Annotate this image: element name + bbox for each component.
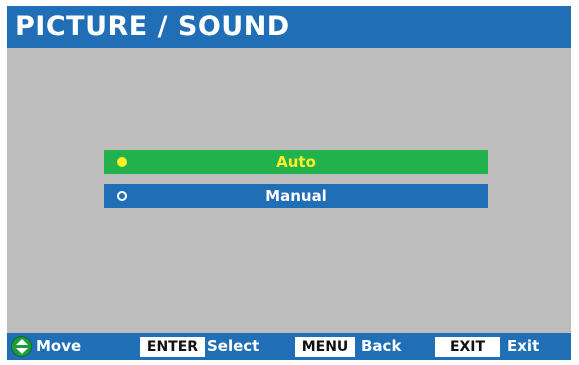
exit-key-button[interactable]: EXIT [435,337,500,357]
footer-hint-bar: Move ENTER Select MENU Back EXIT Exit [7,333,571,360]
option-auto[interactable]: Auto [104,150,488,174]
select-hint-label: Select [207,337,260,355]
menu-key-button[interactable]: MENU [295,337,355,357]
up-down-arrows-icon [11,336,32,357]
back-hint-label: Back [361,337,402,355]
exit-hint-label: Exit [507,337,540,355]
option-auto-label: Auto [276,153,316,171]
enter-key-button[interactable]: ENTER [140,337,205,357]
option-manual-label: Manual [265,187,327,205]
option-manual[interactable]: Manual [104,184,488,208]
tv-menu-screen: PICTURE / SOUND Auto Manual Move ENTER S… [7,6,571,360]
title-bar: PICTURE / SOUND [7,6,571,48]
page-title: PICTURE / SOUND [15,11,290,42]
move-hint-label: Move [36,337,82,355]
